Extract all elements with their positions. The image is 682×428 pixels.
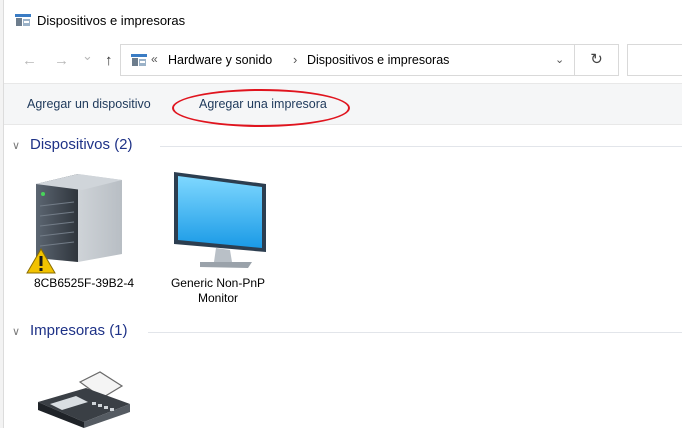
- device-label-line1: Generic Non-PnP: [170, 276, 266, 290]
- warning-icon: [26, 248, 56, 274]
- devices-group-label: Dispositivos (2): [30, 136, 133, 153]
- address-dropdown-icon[interactable]: ⌄: [555, 53, 564, 66]
- forward-arrow-icon[interactable]: →: [54, 52, 69, 69]
- device-label: Generic Non-PnP Monitor: [158, 276, 278, 306]
- up-arrow-icon[interactable]: ↑: [105, 52, 113, 69]
- breadcrumb-overflow-icon[interactable]: «: [151, 52, 158, 66]
- refresh-icon[interactable]: ↻: [575, 44, 619, 76]
- add-printer-button[interactable]: Agregar una impresora: [199, 97, 327, 111]
- search-input[interactable]: [627, 44, 682, 76]
- printers-group-label: Impresoras (1): [30, 322, 128, 339]
- device-label: 8CB6525F-39B2-4: [33, 276, 135, 290]
- devices-group-header[interactable]: ∨ Dispositivos (2): [12, 136, 133, 153]
- title-bar: Dispositivos e impresoras: [8, 0, 682, 40]
- chevron-down-icon: ∨: [12, 140, 21, 152]
- fax-printer-icon: [38, 371, 130, 428]
- devices-printers-icon: [15, 14, 31, 26]
- devices-printers-icon: [131, 54, 147, 66]
- chevron-down-icon: ∨: [12, 326, 21, 338]
- add-device-button[interactable]: Agregar un dispositivo: [27, 97, 151, 111]
- recent-locations-chevron-icon[interactable]: ⌄: [82, 48, 93, 64]
- device-label-line2: Monitor: [197, 291, 238, 305]
- command-bar: Agregar un dispositivo Agregar una impre…: [4, 83, 682, 125]
- window-title: Dispositivos e impresoras: [37, 13, 186, 28]
- breadcrumb-separator-icon[interactable]: ›: [293, 52, 297, 67]
- printers-group-header[interactable]: ∨ Impresoras (1): [12, 322, 128, 339]
- group-divider: [160, 146, 682, 147]
- window-left-edge: [0, 0, 4, 428]
- address-bar[interactable]: « Hardware y sonido › Dispositivos e imp…: [120, 44, 575, 76]
- monitor-icon: [174, 172, 266, 268]
- breadcrumb-devices-printers[interactable]: Dispositivos e impresoras: [307, 53, 449, 67]
- breadcrumb-hardware-sound[interactable]: Hardware y sonido: [168, 53, 272, 67]
- back-arrow-icon[interactable]: ←: [22, 52, 37, 69]
- group-divider: [148, 332, 682, 333]
